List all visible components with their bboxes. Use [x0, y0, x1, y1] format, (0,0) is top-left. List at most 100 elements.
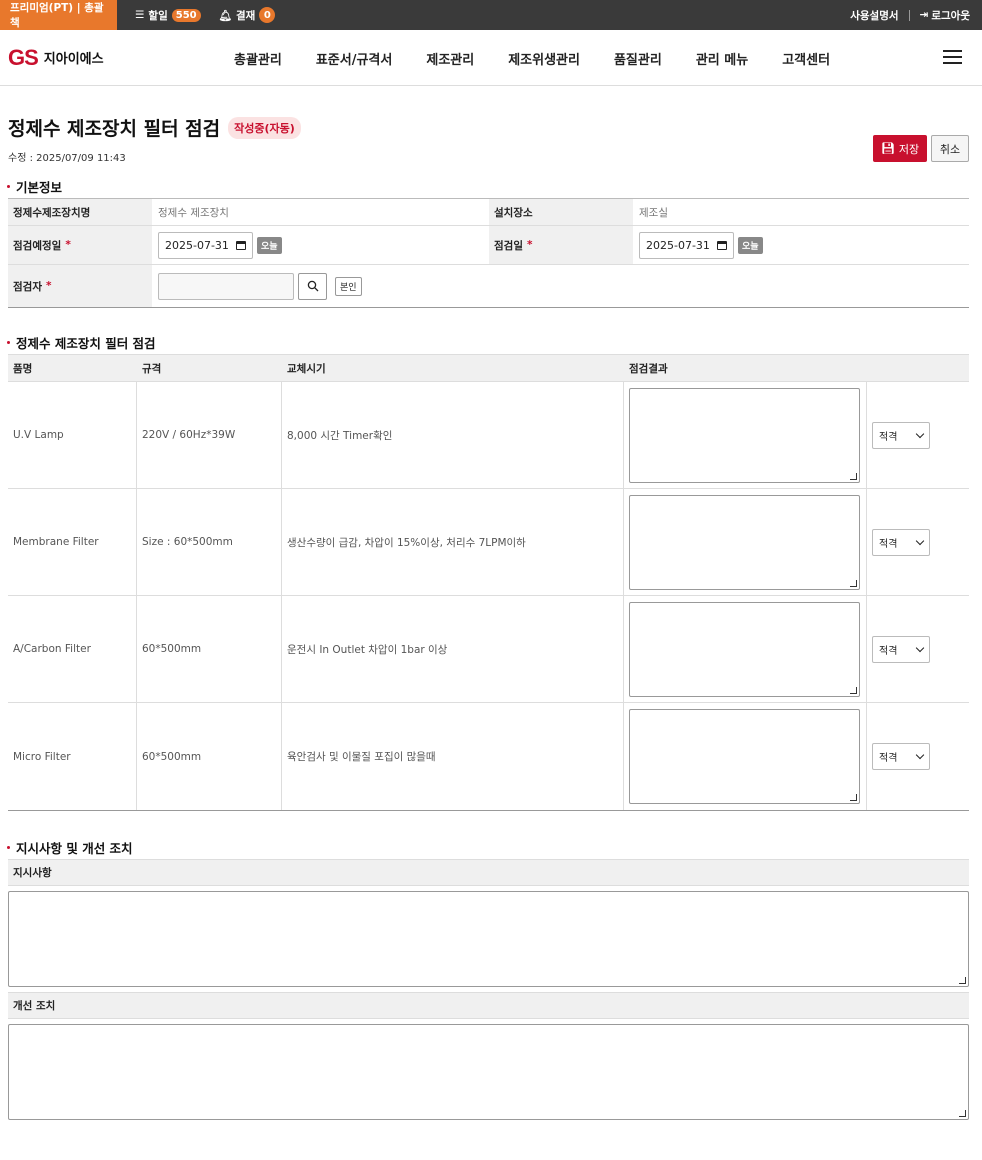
planned-date-input[interactable]: 2025-07-31	[158, 231, 253, 259]
nav-item-manufacturing[interactable]: 제조관리	[409, 49, 491, 68]
result-select-value: 적격	[879, 645, 898, 657]
plan-badge[interactable]: 프리미엄(PT) | 총괄책	[0, 0, 117, 30]
save-button[interactable]: 💾︎ 저장	[873, 135, 927, 162]
info-row: 정제수제조장치명 정제수 제조장치 설치장소 제조실	[8, 199, 969, 226]
required-mark: *	[65, 239, 71, 251]
result-textarea[interactable]	[629, 709, 860, 804]
manual-link[interactable]: 사용설명서	[850, 8, 898, 23]
table-row: Micro Filter 60*500mm 육안검사 및 이물질 포집이 많을때…	[8, 703, 969, 810]
improvement-label: 개선 조치	[8, 992, 969, 1019]
inspect-date-input[interactable]: 2025-07-31	[639, 231, 734, 259]
status-badge: 작성중(자동)	[228, 116, 301, 139]
calendar-icon[interactable]	[236, 240, 246, 250]
chevron-down-icon	[915, 429, 925, 438]
result-select[interactable]: 적격	[872, 635, 930, 663]
item-name: A/Carbon Filter	[8, 596, 137, 702]
inspector-input[interactable]	[158, 272, 294, 300]
main-header: GS 지아이에스 총괄관리 표준서/규격서 제조관리 제조위생관리 품질관리 관…	[0, 30, 982, 86]
resize-grip-icon[interactable]	[850, 472, 857, 480]
nav-item-standards[interactable]: 표준서/규격서	[299, 49, 410, 68]
save-icon: 💾︎	[880, 142, 895, 155]
logo-name: 지아이에스	[43, 52, 104, 67]
inspector-search-button[interactable]	[298, 272, 327, 300]
resize-grip-icon[interactable]	[850, 686, 857, 694]
result-textarea[interactable]	[629, 494, 860, 590]
nav-item-quality[interactable]: 품질관리	[597, 49, 679, 68]
inspection-table: 품명 규격 교체시기 점검결과 U.V Lamp 220V / 60Hz*39W…	[8, 354, 969, 811]
col-header-empty	[867, 355, 969, 381]
approval-count-badge: 0	[259, 7, 276, 23]
divider	[908, 9, 910, 21]
item-name: U.V Lamp	[8, 382, 137, 488]
cancel-button[interactable]: 취소	[931, 135, 969, 162]
inspect-date-cell: 2025-07-31 오늘	[633, 226, 969, 264]
resize-grip-icon[interactable]	[959, 977, 966, 984]
calendar-icon[interactable]	[717, 240, 727, 250]
resize-grip-icon[interactable]	[850, 579, 857, 587]
todo-link[interactable]: ☰ 할일 550	[135, 8, 201, 23]
nav-item-admin[interactable]: 관리 메뉴	[679, 49, 765, 68]
result-cell	[624, 596, 867, 702]
chevron-down-icon	[915, 536, 925, 545]
logout-link[interactable]: ⇥ 로그아웃	[920, 8, 970, 23]
result-select-value: 적격	[879, 753, 898, 764]
result-cell	[624, 382, 867, 488]
improvement-textarea[interactable]	[8, 1024, 969, 1120]
modified-timestamp: 수정 : 2025/07/09 11:43	[8, 153, 126, 164]
result-select[interactable]: 적격	[872, 421, 930, 449]
result-select[interactable]: 적격	[872, 528, 930, 556]
section-title-inspection: 정제수 제조장치 필터 점검	[0, 330, 982, 354]
inspect-date-label-text: 점검일	[494, 239, 523, 252]
result-select-value: 적격	[879, 538, 898, 550]
inspect-today-button[interactable]: 오늘	[738, 236, 763, 254]
bell-icon: 🔔︎	[218, 9, 232, 22]
table-header: 품명 규격 교체시기 점검결과	[8, 354, 969, 382]
save-label: 저장	[898, 142, 920, 156]
basic-info-table: 정제수제조장치명 정제수 제조장치 설치장소 제조실 점검예정일 * 2025-…	[8, 198, 969, 308]
item-cycle: 생산수량이 급감, 차압이 15%이상, 처리수 7LPM이하	[282, 489, 624, 595]
logo-mark: GS	[8, 44, 39, 70]
item-spec: 60*500mm	[137, 596, 282, 702]
nav-item-overall[interactable]: 총괄관리	[217, 49, 299, 68]
section-title-basic: 기본정보	[0, 174, 982, 198]
result-select-value: 적격	[879, 431, 898, 443]
logout-icon: ⇥	[919, 9, 929, 21]
page-title-text: 정제수 제조장치 필터 점검	[8, 118, 221, 140]
result-textarea[interactable]	[629, 387, 860, 483]
chevron-down-icon	[915, 750, 925, 760]
inspect-date-label: 점검일 *	[489, 226, 633, 264]
col-header-cycle: 교체시기	[287, 362, 326, 375]
inspector-label-text: 점검자	[13, 280, 42, 293]
item-spec: 220V / 60Hz*39W	[137, 382, 282, 488]
resize-grip-icon[interactable]	[850, 794, 857, 801]
result-select-cell: 적격	[867, 382, 969, 488]
instructions-label: 지시사항	[8, 859, 969, 886]
table-row: Membrane Filter Size : 60*500mm 생산수량이 급감…	[8, 489, 969, 596]
device-label: 정제수제조장치명	[8, 199, 152, 225]
col-header-name: 품명	[13, 362, 33, 375]
table-row: A/Carbon Filter 60*500mm 운전시 In Outlet 차…	[8, 596, 969, 703]
nav-item-support[interactable]: 고객센터	[765, 49, 847, 68]
inspector-label: 점검자 *	[8, 265, 152, 307]
planned-today-button[interactable]: 오늘	[257, 236, 282, 254]
result-select[interactable]: 적격	[872, 743, 930, 770]
approval-label: 결재	[235, 9, 256, 22]
planned-date-label-text: 점검예정일	[13, 239, 62, 252]
menu-icon[interactable]	[943, 50, 962, 64]
main-nav: 총괄관리 표준서/규격서 제조관리 제조위생관리 품질관리 관리 메뉴 고객센터	[217, 30, 847, 86]
result-textarea[interactable]	[629, 601, 860, 697]
resize-grip-icon[interactable]	[959, 1110, 966, 1117]
section-title-actions: 지시사항 및 개선 조치	[0, 835, 982, 859]
instructions-textarea[interactable]	[8, 891, 969, 987]
item-cycle: 운전시 In Outlet 차압이 1bar 이상	[282, 596, 624, 702]
item-cycle: 육안검사 및 이물질 포집이 많을때	[282, 703, 624, 810]
nav-item-hygiene[interactable]: 제조위생관리	[491, 49, 597, 68]
device-value: 정제수 제조장치	[158, 206, 229, 219]
result-cell	[624, 489, 867, 595]
inspector-cell: 본인	[152, 265, 969, 307]
logo[interactable]: GS 지아이에스	[8, 45, 104, 71]
todo-label: 할일	[148, 9, 168, 22]
self-button[interactable]: 본인	[335, 276, 362, 296]
item-spec: 60*500mm	[137, 703, 282, 810]
approval-link[interactable]: 🔔︎ 결재 0	[219, 7, 276, 23]
